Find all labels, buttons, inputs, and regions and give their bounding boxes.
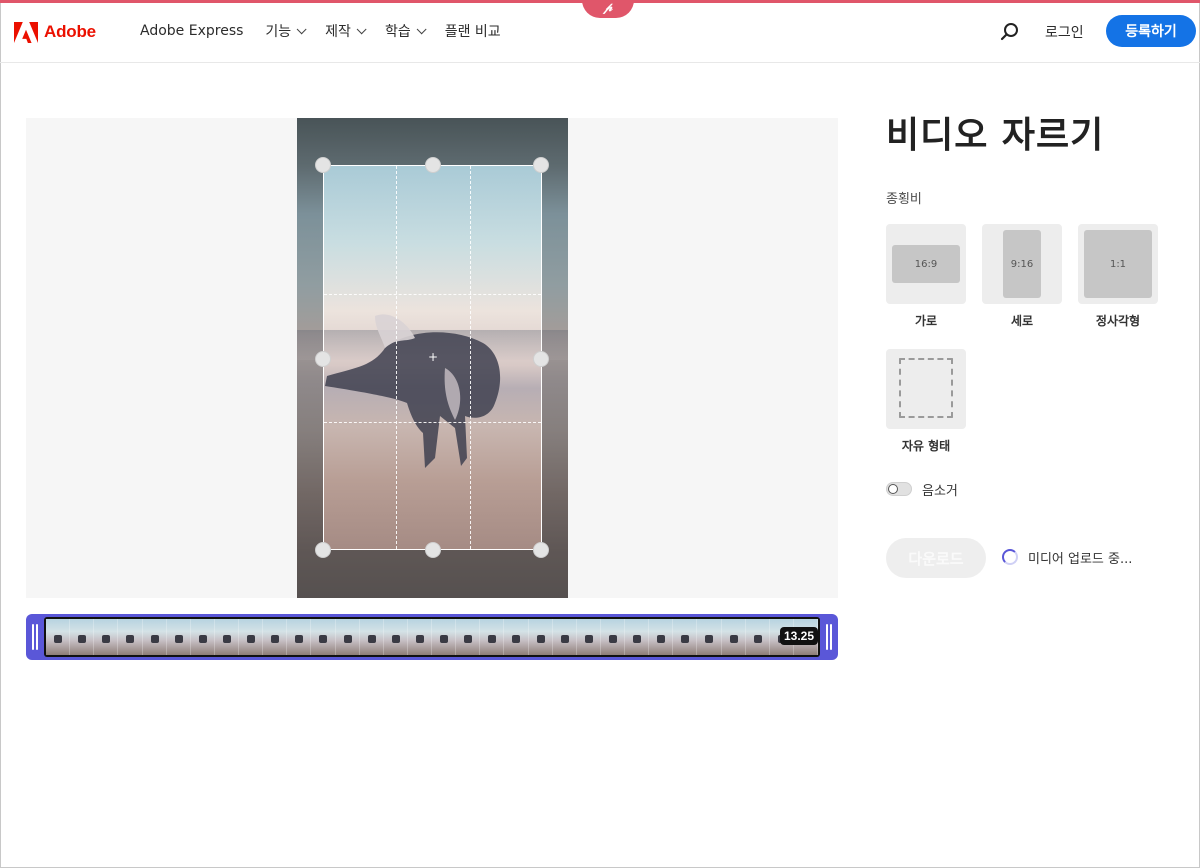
grip-handle-icon [830,624,832,650]
ratio-landscape-shape: 16:9 [892,245,960,283]
ratio-square-label: 정사각형 [1095,314,1141,328]
duration-badge: 13.25 [780,627,819,645]
nav-label: 제작 [325,24,351,40]
crop-grid-line [324,294,541,295]
page-title: 비디오 자르기 [886,115,1105,156]
login-link[interactable]: 로그인 [1045,22,1084,42]
ratio-portrait-label: 세로 [1010,314,1034,328]
filmstrip-frame [600,619,625,655]
filmstrip-frame [407,619,432,655]
crop-grid-line [324,422,541,423]
trim-handle-start[interactable] [29,618,41,656]
nav-label: Adobe Express [140,23,244,39]
freeform-dashed-icon [899,358,953,418]
nav-label: 플랜 비교 [444,24,501,40]
filmstrip-frame [649,619,674,655]
grip-handle-icon [36,624,38,650]
filmstrip-frame [335,619,360,655]
nav-adobe-express[interactable]: Adobe Express [140,23,243,39]
filmstrip-frame [214,619,239,655]
site-header: Adobe Adobe Express 기능 제작 학습 플랜 비교 로그인 등… [0,3,1200,63]
filmstrip-frame [721,619,746,655]
ratio-freeform-label: 자유 형태 [901,439,951,453]
loading-spinner-icon [1002,549,1018,565]
ratio-freeform-option[interactable] [886,349,966,429]
trim-handle-end[interactable] [823,618,835,656]
crop-handle-top[interactable] [425,157,441,173]
timeline-filmstrip [44,617,820,657]
filmstrip-frame [142,619,167,655]
crop-handle-bottom[interactable] [425,542,441,558]
filmstrip-frame [311,619,336,655]
upload-status-text: 미디어 업로드 중... [1028,552,1133,567]
crop-handle-top-left[interactable] [315,157,331,173]
crop-box[interactable]: + [323,165,542,550]
mute-toggle[interactable] [886,482,912,496]
crop-handle-right[interactable] [533,351,549,367]
crop-handle-bottom-right[interactable] [533,542,549,558]
crop-grid-line [470,166,471,549]
filmstrip-frame [528,619,553,655]
filmstrip-frame [552,619,577,655]
filmstrip-frame [576,619,601,655]
crosshair-icon: + [428,350,439,364]
ratio-square-shape: 1:1 [1084,230,1152,298]
ratio-portrait-option[interactable]: 9:16 [982,224,1062,304]
chevron-down-icon [296,23,307,34]
mute-label: 음소거 [922,484,958,499]
crop-grid-line [396,166,397,549]
filmstrip-frame [504,619,529,655]
ratio-landscape-label: 가로 [914,314,938,328]
filmstrip-frame [46,619,71,655]
filmstrip-frame [456,619,481,655]
filmstrip-frame [480,619,505,655]
filmstrip-frame [263,619,288,655]
crop-handle-left[interactable] [315,351,331,367]
chevron-down-icon [356,23,367,34]
filmstrip-frame [697,619,722,655]
filmstrip-frame [287,619,312,655]
crop-handle-bottom-left[interactable] [315,542,331,558]
main-nav: Adobe Express 기능 제작 학습 플랜 비교 [140,21,523,41]
filmstrip-frame [432,619,457,655]
grip-handle-icon [826,624,828,650]
filmstrip-frames [46,619,818,655]
aspect-ratio-label: 종횡비 [886,192,922,207]
filmstrip-frame [118,619,143,655]
crop-handle-top-right[interactable] [533,157,549,173]
filmstrip-frame [70,619,95,655]
nav-label: 학습 [384,24,411,40]
nav-learn[interactable]: 학습 [384,21,427,41]
filmstrip-frame [190,619,215,655]
filmstrip-frame [383,619,408,655]
adobe-logo-icon [14,21,38,43]
ratio-portrait-shape: 9:16 [1003,230,1041,298]
chevron-down-icon [416,23,427,34]
filmstrip-frame [239,619,264,655]
search-icon [1000,23,1018,41]
filmstrip-frame [745,619,770,655]
ratio-square-option[interactable]: 1:1 [1078,224,1158,304]
ratio-landscape-option[interactable]: 16:9 [886,224,966,304]
search-button[interactable] [1000,22,1020,42]
nav-label: 기능 [265,24,292,40]
filmstrip-frame [94,619,119,655]
nav-features[interactable]: 기능 [265,21,307,41]
download-button[interactable]: 다운로드 [886,538,986,578]
toggle-knob [888,484,898,494]
nav-compare-plans[interactable]: 플랜 비교 [445,21,501,41]
signup-button[interactable]: 등록하기 [1106,15,1196,47]
filmstrip-frame [673,619,698,655]
nav-create[interactable]: 제작 [325,21,367,41]
filmstrip-frame [625,619,650,655]
grip-handle-icon [32,624,34,650]
trim-timeline[interactable]: 13.25 [26,614,838,660]
adobe-logo[interactable]: Adobe [14,20,96,44]
filmstrip-frame [166,619,191,655]
filmstrip-frame [359,619,384,655]
brand-name: Adobe [44,22,96,41]
